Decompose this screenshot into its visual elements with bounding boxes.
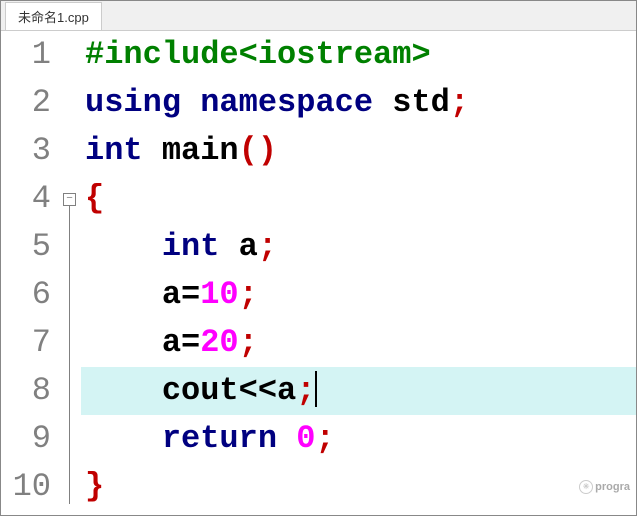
code-line[interactable]: using namespace std; <box>81 79 636 127</box>
line-number: 3 <box>1 127 51 175</box>
code-token: namespace <box>200 84 373 121</box>
line-number-gutter: 12345678910 <box>1 31 61 515</box>
text-cursor <box>315 371 317 407</box>
tab-bar: 未命名1.cpp <box>1 1 636 31</box>
code-token: std <box>392 84 450 121</box>
code-token: ; <box>239 276 258 313</box>
code-editor[interactable]: 12345678910 − #include<iostream>using na… <box>1 31 636 515</box>
code-token: a <box>162 276 181 313</box>
code-token <box>85 324 162 361</box>
active-tab[interactable]: 未命名1.cpp <box>5 2 102 30</box>
line-number: 7 <box>1 319 51 367</box>
code-token: ; <box>315 420 334 457</box>
code-token: } <box>85 468 104 505</box>
code-token: a <box>239 228 258 265</box>
code-token: #include<iostream> <box>85 36 431 73</box>
code-token <box>85 228 162 265</box>
code-token <box>85 420 162 457</box>
code-token: ; <box>296 372 315 409</box>
code-token <box>181 84 200 121</box>
watermark-icon: ✳ <box>579 480 593 494</box>
line-number: 8 <box>1 367 51 415</box>
code-token: using <box>85 84 181 121</box>
line-number: 5 <box>1 223 51 271</box>
code-token: ; <box>450 84 469 121</box>
code-token <box>219 228 238 265</box>
line-number: 10 <box>1 463 51 511</box>
code-token <box>85 276 162 313</box>
code-token: = <box>181 276 200 313</box>
code-token: = <box>181 324 200 361</box>
code-line[interactable]: cout<<a; <box>81 367 636 415</box>
code-token: 0 <box>296 420 315 457</box>
code-token: a <box>162 324 181 361</box>
code-token: () <box>239 132 277 169</box>
code-line[interactable]: a=10; <box>81 271 636 319</box>
code-token: 10 <box>200 276 238 313</box>
watermark: ✳ progra <box>579 463 630 511</box>
code-token: return <box>162 420 277 457</box>
code-area[interactable]: #include<iostream>using namespace std;in… <box>81 31 636 515</box>
code-line[interactable]: int main() <box>81 127 636 175</box>
code-token: a <box>277 372 296 409</box>
fold-toggle-icon[interactable]: − <box>63 193 76 206</box>
line-number: 6 <box>1 271 51 319</box>
code-token: cout <box>162 372 239 409</box>
code-token: main <box>162 132 239 169</box>
line-number: 2 <box>1 79 51 127</box>
code-token <box>277 420 296 457</box>
line-number: 4 <box>1 175 51 223</box>
code-token: 20 <box>200 324 238 361</box>
code-token <box>373 84 392 121</box>
line-number: 1 <box>1 31 51 79</box>
code-token: ; <box>239 324 258 361</box>
fold-column: − <box>61 31 81 515</box>
code-line[interactable]: #include<iostream> <box>81 31 636 79</box>
fold-guide-line <box>69 206 70 504</box>
code-line[interactable]: return 0; <box>81 415 636 463</box>
code-token: { <box>85 180 104 217</box>
code-line[interactable]: { <box>81 175 636 223</box>
code-token: << <box>239 372 277 409</box>
code-line[interactable]: } <box>81 463 636 511</box>
code-token <box>143 132 162 169</box>
code-token: ; <box>258 228 277 265</box>
code-token: int <box>85 132 143 169</box>
code-line[interactable]: a=20; <box>81 319 636 367</box>
code-token: int <box>162 228 220 265</box>
watermark-text: progra <box>595 463 630 511</box>
code-line[interactable]: int a; <box>81 223 636 271</box>
line-number: 9 <box>1 415 51 463</box>
code-token <box>85 372 162 409</box>
